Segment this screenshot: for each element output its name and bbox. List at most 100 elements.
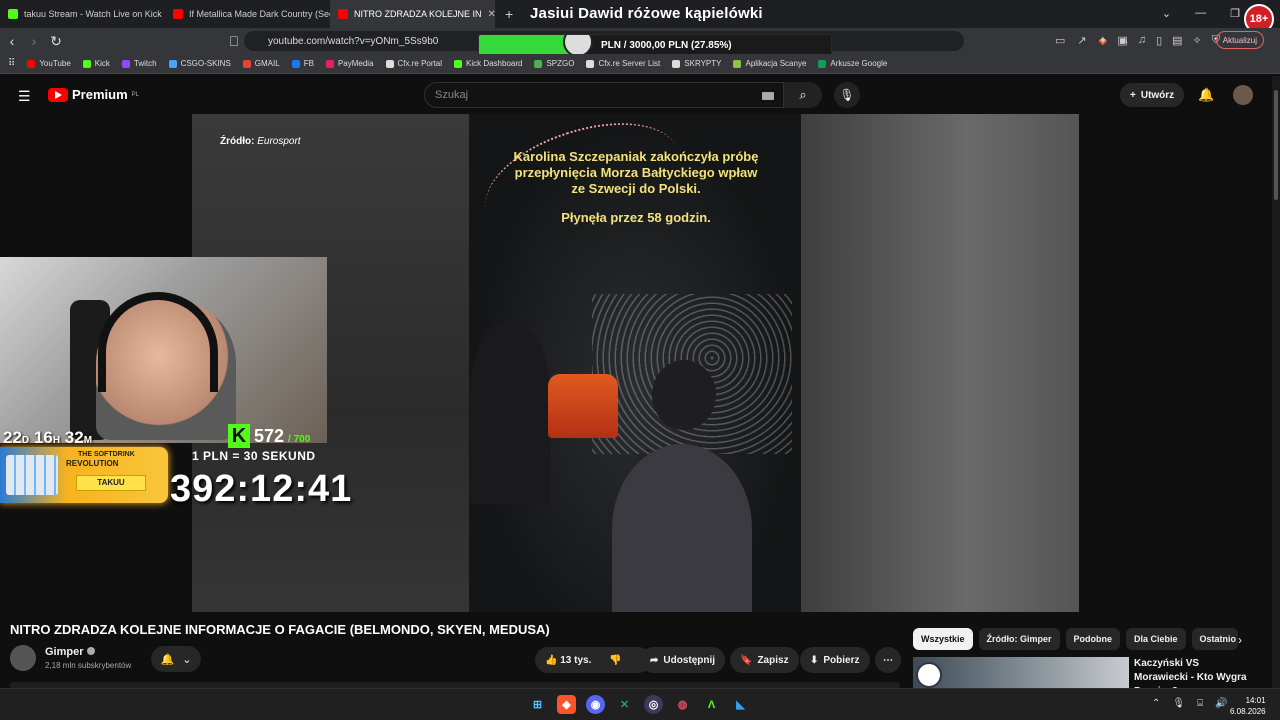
reload-icon[interactable]: ↻ [46,33,66,50]
page-scrollbar[interactable] [1272,76,1280,688]
share-label: Udostępnij [663,654,716,666]
bookmark-label: Cfx.re Server List [598,59,661,68]
channel-avatar[interactable] [10,645,36,671]
bookmark-gmail[interactable]: GMAIL [242,59,280,68]
search-input[interactable]: Szukaj [424,82,784,108]
subscription-bell-button[interactable]: 🔔 ⌄ [151,646,201,672]
share-icon[interactable]: ↗ [1077,34,1086,47]
keyboard-icon[interactable] [762,92,774,100]
microphone-icon[interactable]: 🎙 [1172,698,1185,709]
search-button[interactable]: ⌕ [784,82,822,108]
tab-nitro-video[interactable]: NITRO ZDRADZA KOLEJNE IN ✕ [330,0,495,28]
kick-app-icon[interactable]: Λ [702,695,721,714]
bookmark-label: SKRYPTY [684,59,722,68]
create-button[interactable]: + Utwórz [1120,83,1185,107]
back-icon[interactable]: ‹ [2,33,22,49]
dislike-button[interactable]: 👎 [609,655,621,666]
scrollbar-thumb[interactable] [1274,90,1278,200]
youtube-header: ☰ Premium PL Szukaj ⌕ 🎙 + Utwórz 🔔 [0,76,1272,114]
network-icon[interactable]: ⌸ [1197,698,1203,709]
more-actions-button[interactable]: ⋯ [875,647,901,673]
notifications-bell-icon[interactable]: 🔔 [1198,87,1214,103]
person-head [652,360,716,430]
bookmark-csgo-skins[interactable]: CSGO-SKINS [168,59,231,68]
bookmark-youtube[interactable]: YouTube [27,59,71,68]
bookmark-paymedia[interactable]: PayMedia [325,59,374,68]
bookmark-label: Cfx.re Portal [397,59,442,68]
channel-name[interactable]: Gimper [45,646,95,658]
leo-icon[interactable]: ✧ [1193,34,1202,47]
like-button[interactable]: 👍 13 tys. [545,655,591,666]
chip-recent[interactable]: Ostatnio [1191,628,1238,650]
bookmark-spzgo[interactable]: SPZGO [534,59,574,68]
bookmark-kick-dashboard[interactable]: Kick Dashboard [453,59,522,68]
forward-icon[interactable]: › [24,33,44,49]
tab-label: NITRO ZDRADZA KOLEJNE IN [354,9,482,19]
bookmark-kick[interactable]: Kick [82,59,110,68]
share-button[interactable]: ➦ Udostępnij [640,647,726,673]
save-button[interactable]: 🔖 Zapisz [730,647,799,673]
like-count: 13 tys. [560,654,592,666]
screenshot-icon[interactable]: ▣ [1117,34,1127,47]
brave-browser-icon[interactable]: ◆ [557,695,576,714]
update-button[interactable]: Aktualizuj [1215,31,1264,49]
tab-metallica[interactable]: If Metallica Made Dark Country (Seek [165,0,330,28]
kick-icon [453,59,462,68]
bookmark-scanye[interactable]: Aplikacja Scanye [733,59,806,68]
bookmark-cfx-portal[interactable]: Cfx.re Portal [385,59,442,68]
taskbar-apps: ⊞ ◆ ◉ ✕ ◎ ◍ Λ ◣ [528,695,750,714]
channel-name-text: Gimper [45,646,84,658]
app-icon[interactable]: ◎ [644,695,663,714]
chip-all[interactable]: Wszystkie [913,628,973,650]
close-icon[interactable]: ✕ [488,9,495,20]
chip-related[interactable]: Podobne [1065,628,1121,650]
bookmark-skrypty[interactable]: SKRYPTY [672,59,721,68]
bookmark-twitch[interactable]: Twitch [121,59,157,68]
days-unit: D [21,435,30,446]
ad-line: THE SOFTDRINK [78,451,135,458]
like-dislike-group: 👍 13 tys. 👎 [535,647,651,673]
chevron-right-icon[interactable]: › [1238,633,1242,647]
download-button[interactable]: ⬇ Pobierz [800,647,870,673]
chip-source[interactable]: Źródło: Gimper [978,628,1060,650]
restore-icon[interactable]: ❐ [1230,7,1240,20]
volume-icon[interactable]: 🔊 [1215,698,1227,709]
donation-progress-label: PLN / 3000,00 PLN (27.85%) [601,40,732,51]
bookmark-label: FB [303,59,314,68]
youtube-premium-logo[interactable]: Premium PL [48,87,139,102]
search-icon: ⌕ [799,87,807,102]
chevron-up-icon[interactable]: ⌃ [1152,698,1160,709]
bookmark-fb[interactable]: FB [291,59,314,68]
apps-grid-icon[interactable]: ⠿ [8,58,15,69]
sidebar-icon[interactable]: ▯ [1156,34,1162,47]
discord-icon[interactable]: ◉ [586,695,605,714]
clock[interactable]: 14:01 6.08.2026 [1230,695,1266,717]
account-avatar[interactable] [1233,85,1253,105]
bookmarks-bar: ⠿ YouTube Kick Twitch CSGO-SKINS GMAIL F… [0,54,1280,74]
bookmark-label: CSGO-SKINS [180,59,231,68]
windows-start-icon[interactable]: ⊞ [528,695,547,714]
new-tab-button[interactable]: + [495,6,523,22]
chevron-down-icon[interactable]: ⌄ [1162,7,1171,20]
kick-logo-icon: K [228,424,250,448]
music-icon[interactable]: ♫ [1138,34,1146,47]
excel-icon[interactable]: ✕ [615,695,634,714]
extensions-icon[interactable]: ✦ [1098,34,1107,47]
obs-icon[interactable]: ◍ [673,695,692,714]
hamburger-menu-icon[interactable]: ☰ [18,88,31,105]
bookmark-icon[interactable]: ⎕ [224,33,244,50]
recommended-video-thumbnail[interactable] [913,657,1129,689]
minimize-icon[interactable]: — [1195,7,1206,20]
person-silhouette [470,324,550,504]
vscode-icon[interactable]: ◣ [731,695,750,714]
voice-search-button[interactable]: 🎙 [834,82,860,108]
bookmark-label: SPZGO [546,59,575,68]
tab-search-icon[interactable]: ▤ [1172,34,1182,47]
chip-for-you[interactable]: Dla Ciebie [1126,628,1186,650]
swimmer-buoy [548,374,618,438]
bookmark-cfx-server-list[interactable]: Cfx.re Server List [586,59,660,68]
install-icon[interactable]: ▭ [1055,34,1065,47]
tab-kick-stream[interactable]: takuu Stream - Watch Live on Kick [0,0,165,28]
bookmark-sheets[interactable]: Arkusze Google [818,59,887,68]
hours-unit: H [52,435,61,446]
